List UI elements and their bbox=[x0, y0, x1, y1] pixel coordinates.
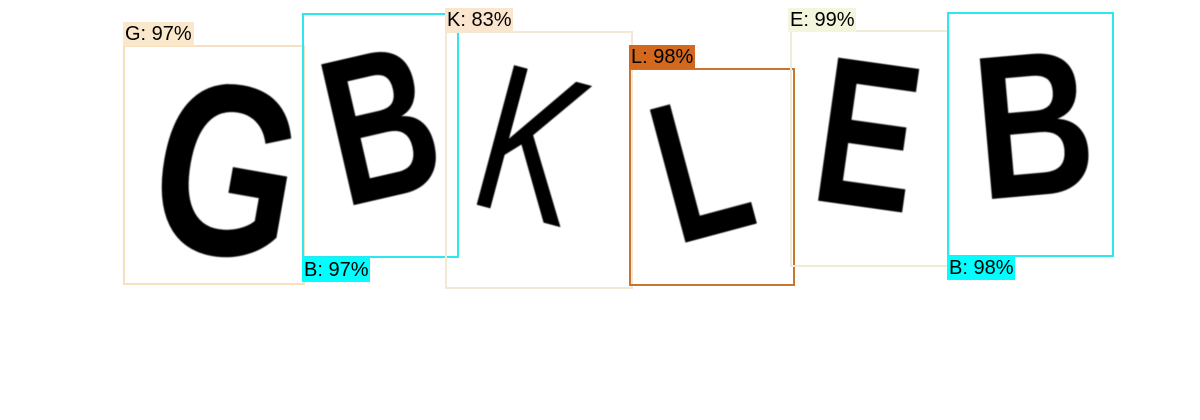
detection-box-g bbox=[123, 45, 305, 285]
detection-label-b2: B: 98% bbox=[947, 256, 1016, 280]
detection-box-b1 bbox=[302, 13, 459, 258]
detection-box-e bbox=[790, 30, 950, 267]
detection-box-l bbox=[629, 68, 795, 286]
detection-label-g: G: 97% bbox=[123, 22, 194, 46]
detection-box-b2 bbox=[947, 12, 1114, 257]
detection-label-e: E: 99% bbox=[788, 8, 857, 32]
detection-label-l: L: 98% bbox=[629, 45, 696, 69]
detection-label-b1: B: 97% bbox=[302, 258, 371, 282]
detection-label-k: K: 83% bbox=[445, 8, 514, 32]
detection-box-k bbox=[445, 31, 633, 289]
